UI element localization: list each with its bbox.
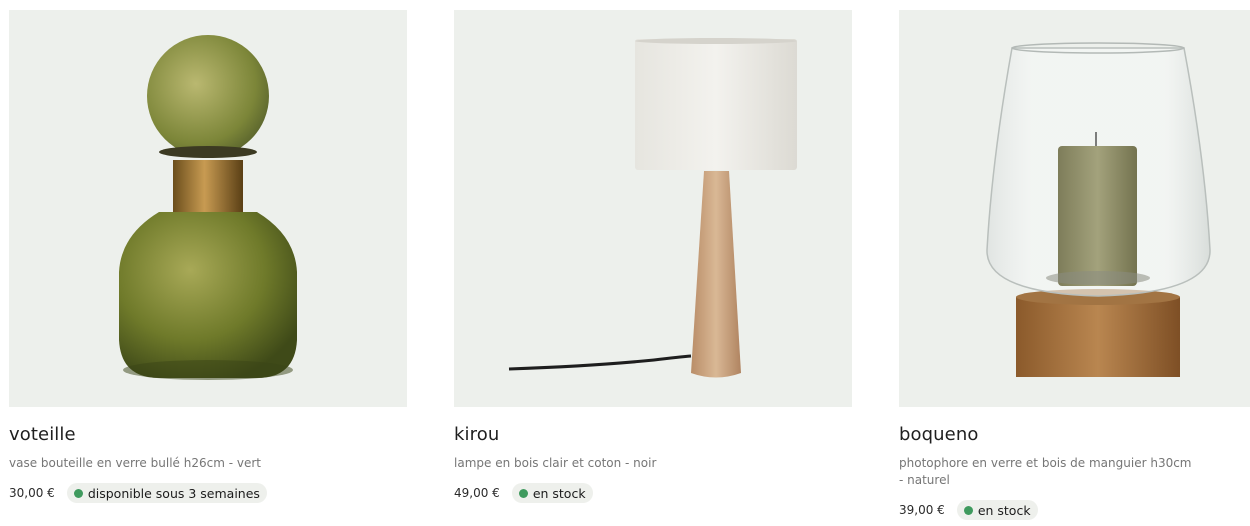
product-description: vase bouteille en verre bullé h26cm - ve… <box>9 456 261 470</box>
product-title[interactable]: boqueno <box>899 425 1250 445</box>
availability-dot-icon <box>963 505 973 515</box>
product-meta: 30,00 € disponible sous 3 semaines <box>9 483 407 503</box>
availability-badge: en stock <box>956 500 1038 520</box>
product-image[interactable] <box>454 10 852 407</box>
availability-badge: en stock <box>511 483 593 503</box>
hurricane-candle-holder-image <box>986 42 1211 377</box>
availability-label: disponible sous 3 semaines <box>87 485 260 501</box>
availability-dot-icon <box>518 488 528 498</box>
product-image[interactable] <box>9 10 407 407</box>
availability-badge: disponible sous 3 semaines <box>66 483 267 503</box>
product-meta: 49,00 € en stock <box>454 483 852 503</box>
product-meta: 39,00 € en stock <box>899 500 1250 520</box>
availability-dot-icon <box>73 488 83 498</box>
product-card[interactable]: boqueno photophore en verre et bois de m… <box>899 10 1250 520</box>
vase-bottle-image <box>119 35 297 380</box>
table-lamp-image <box>508 38 797 378</box>
product-description: lampe en bois clair et coton - noir <box>454 456 657 470</box>
product-image[interactable] <box>899 10 1250 407</box>
product-price: 49,00 € <box>454 486 500 500</box>
product-card[interactable]: kirou lampe en bois clair et coton - noi… <box>454 10 852 503</box>
product-title[interactable]: voteille <box>9 425 407 445</box>
product-price: 39,00 € <box>899 503 945 517</box>
availability-label: en stock <box>977 502 1031 518</box>
product-grid: voteille vase bouteille en verre bullé h… <box>0 0 1250 526</box>
product-title[interactable]: kirou <box>454 425 852 445</box>
product-description: photophore en verre et bois de manguier … <box>899 456 1192 487</box>
product-price: 30,00 € <box>9 486 55 500</box>
product-card[interactable]: voteille vase bouteille en verre bullé h… <box>9 10 407 503</box>
availability-label: en stock <box>532 485 586 501</box>
